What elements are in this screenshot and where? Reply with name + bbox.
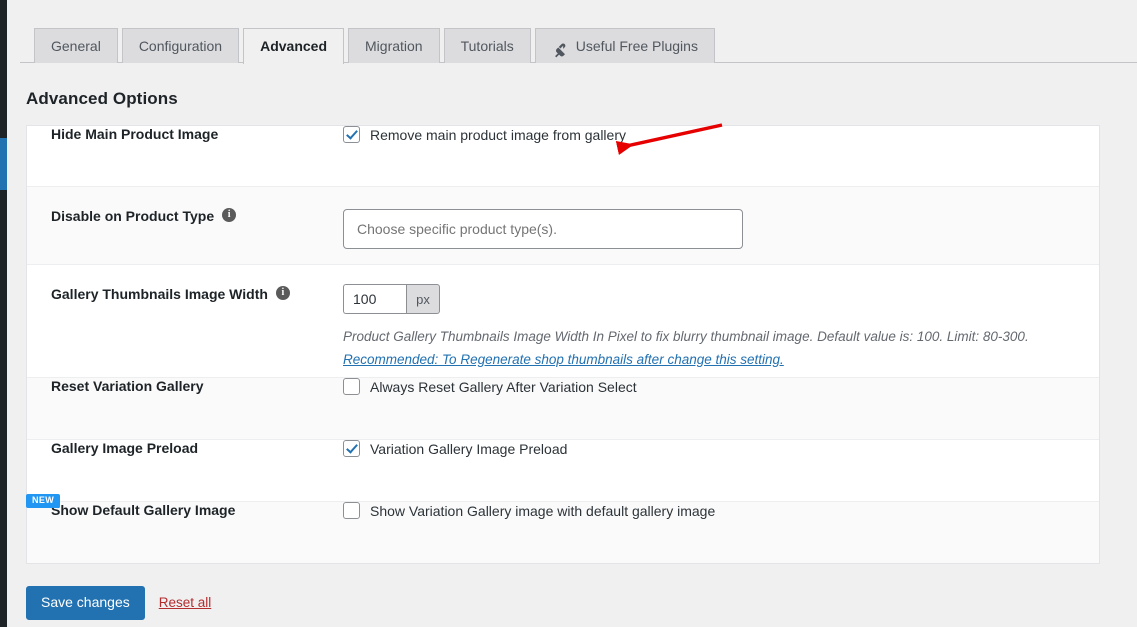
tab-useful-free-plugins-label: Useful Free Plugins (575, 37, 698, 54)
control-gallery-image-preload: Variation Gallery Image Preload (335, 440, 1099, 457)
control-gallery-thumbnails-image-width: px Product Gallery Thumbnails Image Widt… (335, 265, 1099, 367)
control-hide-main-product-image: Remove main product image from gallery (335, 126, 1099, 143)
checkbox-variation-gallery-image-preload-label[interactable]: Variation Gallery Image Preload (370, 441, 567, 457)
row-reset-variation-gallery: Reset Variation Gallery Always Reset Gal… (27, 378, 1099, 440)
label-reset-variation-gallery: Reset Variation Gallery (27, 378, 335, 394)
info-icon[interactable]: i (222, 208, 237, 222)
label-disable-on-product-type: Disable on Product Type i (27, 187, 335, 224)
checkbox-show-variation-gallery-default-label[interactable]: Show Variation Gallery image with defaul… (370, 503, 715, 519)
status-badge-new: NEW (26, 494, 61, 508)
thumbnail-width-help: Product Gallery Thumbnails Image Width I… (343, 329, 1029, 344)
tab-configuration-label: Configuration (138, 37, 223, 54)
form-actions: Save changes Reset all (20, 564, 1137, 620)
checkbox-group: Always Reset Gallery After Variation Sel… (335, 378, 1079, 395)
row-show-default-gallery-image: NEW Show Default Gallery Image Show Vari… (26, 494, 1099, 563)
save-changes-button[interactable]: Save changes (26, 586, 145, 620)
label-text: Disable on Product Type (51, 208, 215, 224)
row-disable-on-product-type: Disable on Product Type i Choose specifi… (27, 187, 1099, 265)
tab-advanced-label: Advanced (260, 38, 328, 54)
checkbox-always-reset-gallery[interactable] (343, 378, 360, 395)
label-hide-main-product-image: Hide Main Product Image (27, 126, 335, 142)
settings-tab-bar: General Configuration Advanced Migration… (20, 0, 1137, 64)
regenerate-thumbnails-link[interactable]: Recommended: To Regenerate shop thumbnai… (343, 352, 784, 367)
checkbox-show-variation-gallery-default[interactable] (343, 502, 360, 519)
label-text: Reset Variation Gallery (51, 378, 204, 394)
checkbox-remove-main-product-image-label[interactable]: Remove main product image from gallery (370, 127, 626, 143)
tab-migration-label: Migration (365, 37, 423, 54)
checkbox-variation-gallery-image-preload[interactable] (343, 440, 360, 457)
admin-gutter (7, 0, 20, 627)
checkbox-group: Remove main product image from gallery (335, 126, 1079, 143)
row-gallery-image-preload: Gallery Image Preload Variation Gallery … (27, 440, 1099, 502)
row-gallery-thumbnails-image-width: Gallery Thumbnails Image Width i px Prod… (27, 265, 1099, 378)
wp-admin-menu-edge (0, 0, 7, 627)
wp-admin-menu-highlight[interactable] (0, 138, 7, 190)
control-show-default-gallery-image: Show Variation Gallery image with defaul… (335, 502, 1099, 519)
tab-migration[interactable]: Migration (348, 28, 440, 63)
thumbnail-width-input[interactable] (343, 284, 406, 314)
tab-tutorials-label: Tutorials (460, 37, 514, 54)
label-gallery-thumbnails-image-width: Gallery Thumbnails Image Width i (27, 265, 335, 302)
thumbnail-width-unit: px (406, 284, 440, 314)
tab-configuration[interactable]: Configuration (121, 28, 240, 63)
label-text: Show Default Gallery Image (51, 502, 236, 518)
control-reset-variation-gallery: Always Reset Gallery After Variation Sel… (335, 378, 1099, 395)
checkbox-group: Variation Gallery Image Preload (335, 440, 1079, 457)
product-type-select-placeholder: Choose specific product type(s). (357, 221, 557, 237)
thumbnail-width-group: px (343, 284, 440, 314)
control-disable-on-product-type: Choose specific product type(s). (335, 187, 1099, 249)
label-text: Gallery Thumbnails Image Width (51, 286, 268, 302)
label-text: Gallery Image Preload (51, 440, 199, 456)
page-title: Advanced Options (26, 89, 178, 108)
label-gallery-image-preload: Gallery Image Preload (27, 440, 335, 456)
tab-general-label: General (51, 37, 101, 54)
settings-page: General Configuration Advanced Migration… (20, 0, 1137, 627)
checkbox-always-reset-gallery-label[interactable]: Always Reset Gallery After Variation Sel… (370, 379, 637, 395)
info-icon[interactable]: i (275, 286, 290, 300)
tab-advanced[interactable]: Advanced (243, 28, 345, 64)
plugin-icon (552, 38, 569, 57)
advanced-options-card: Hide Main Product Image Remove main prod… (26, 125, 1100, 564)
checkbox-group: Show Variation Gallery image with defaul… (335, 502, 1079, 519)
tab-general[interactable]: General (34, 28, 118, 63)
tab-useful-free-plugins[interactable]: Useful Free Plugins (534, 28, 715, 63)
label-text: Hide Main Product Image (51, 126, 219, 142)
label-show-default-gallery-image: Show Default Gallery Image (27, 502, 335, 518)
product-type-select[interactable]: Choose specific product type(s). (343, 209, 743, 249)
checkbox-remove-main-product-image[interactable] (343, 126, 360, 143)
row-hide-main-product-image: Hide Main Product Image Remove main prod… (27, 126, 1099, 187)
tab-tutorials[interactable]: Tutorials (443, 28, 531, 63)
reset-all-link[interactable]: Reset all (159, 595, 212, 610)
